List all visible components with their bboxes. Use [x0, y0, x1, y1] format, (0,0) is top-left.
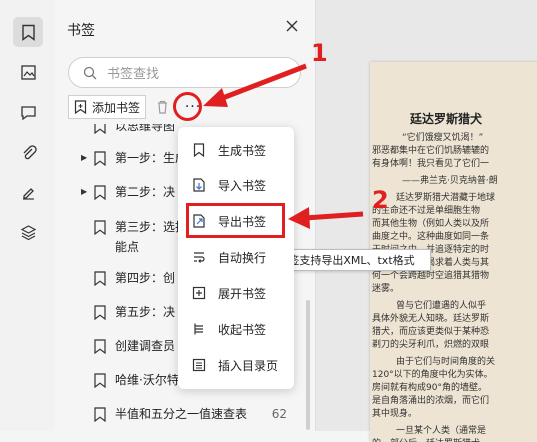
menu-item-expand[interactable]: 展开书签	[186, 279, 286, 307]
scrollbar[interactable]	[306, 300, 310, 430]
document-view: 廷达罗斯猎犬 “它们饿瘦又饥渴！” 邪恶都集中在它们饥肠辘辘的 有身体啊！我只看见了…	[316, 0, 537, 442]
menu-item-toc[interactable]: 插入目录页	[186, 351, 286, 379]
bookmark-icon	[94, 185, 106, 200]
search-box	[68, 57, 301, 88]
add-bookmark-label: 添加书签	[92, 100, 141, 115]
page-text-line: 由于它们与时间角度的关	[396, 357, 496, 367]
menu-item-label: 展开书签	[218, 286, 267, 301]
trash-icon	[157, 100, 167, 114]
page-text-line: ——弗兰克·贝克纳普·朗	[402, 176, 498, 186]
toc-icon	[192, 358, 206, 372]
menu-item-label: 自动换行	[218, 250, 267, 265]
expand-arrow-icon[interactable]: ▶	[81, 182, 93, 202]
delete-bookmark-button[interactable]	[151, 95, 173, 119]
annotation-number-2: 2	[372, 186, 389, 214]
menu-item-label: 收起书签	[218, 322, 267, 337]
search-icon	[83, 66, 97, 80]
bookmark-item[interactable]: 半值和五分之一值速查表 62	[55, 404, 303, 424]
page-text-line: 120°以下的角度中化为实体。	[372, 370, 493, 380]
page-heading: 廷达罗斯猎犬	[410, 112, 483, 126]
add-bookmark-button[interactable]: 添加书签	[68, 95, 146, 119]
bookmark-icon	[94, 407, 106, 422]
sidebar-rail	[0, 0, 56, 431]
page-text-line: 何一个会跨越时空追猎其猎物	[372, 271, 490, 281]
page-text-line: 是自角落涌出的浓烟，而它们	[372, 396, 490, 406]
page-text-line: 廷达罗斯猎犬潜藏于地球	[396, 193, 496, 203]
menu-item-label: 插入目录页	[218, 358, 279, 373]
expand-icon	[192, 286, 206, 300]
bookmark-label: 第五步：决	[115, 305, 176, 319]
page-text-line: 剃刀的尖牙利爪，炽燃的双眼	[372, 340, 490, 350]
page-text-line: 的一部分后，廷达罗斯猎犬	[372, 438, 480, 442]
menu-item-collapse[interactable]: 收起书签	[186, 315, 286, 343]
page-text-line: 邪恶都集中在它们饥肠辘辘的	[372, 146, 490, 156]
page-text-line: 迷雾。	[372, 284, 400, 294]
bookmark-panel-icon[interactable]	[13, 17, 43, 47]
collapse-icon	[194, 323, 203, 335]
menu-item-label: 生成书签	[218, 143, 267, 158]
import-icon	[193, 178, 205, 192]
bookmark-label: 以思维导图	[115, 124, 176, 133]
layers-icon[interactable]	[13, 217, 43, 247]
bookmark-icon	[94, 305, 106, 320]
page-text-line: 其中现身。	[372, 409, 418, 419]
menu-item-label: 导入书签	[218, 178, 267, 193]
bookmark-label: 第三步：选择	[115, 220, 188, 234]
signature-icon[interactable]	[13, 177, 43, 207]
bookmark-icon	[94, 373, 106, 388]
menu-item-import[interactable]: 导入书签	[186, 171, 286, 199]
bookmark-label-line2: 能点	[115, 240, 140, 254]
bookmark-icon	[94, 339, 106, 354]
bookmark-label: 半值和五分之一值速查表	[115, 407, 248, 421]
expand-arrow-icon[interactable]: ▶	[81, 148, 93, 168]
search-input[interactable]	[105, 63, 289, 85]
page-text-line: 房间就有构成90°角的墙壁。	[372, 383, 487, 393]
bookmark-page-number: 62	[271, 407, 287, 421]
menu-item-wrap[interactable]: 自动换行	[186, 243, 286, 271]
bookmark-icon	[193, 143, 205, 157]
add-bookmark-icon	[74, 100, 87, 114]
bookmark-label: 创建调查员	[115, 339, 176, 353]
comment-icon[interactable]	[13, 97, 43, 127]
panel-title: 书签	[67, 23, 95, 39]
page-text-line: “它们饿瘦又饥渴！”	[402, 133, 484, 143]
page-text-line: 有身体啊！我只看见了它们一	[372, 159, 490, 169]
page-text-line: 一旦某个人类（通常是	[396, 426, 487, 436]
attachment-icon[interactable]	[13, 137, 43, 167]
more-options-menu: 生成书签 导入书签 导出书签 自动换行 展开书签 收起书签 插入目录页	[178, 127, 294, 389]
bookmark-label: 第二步：决	[115, 185, 176, 199]
page-text-line: 具体外貌无人知晓。廷达罗斯	[372, 314, 490, 324]
annotation-number-1: 1	[311, 39, 328, 67]
bookmark-icon	[94, 220, 106, 235]
wrap-icon	[194, 252, 205, 263]
page-text-line: 曲度之中。这种曲度如同一条	[372, 232, 490, 242]
bookmark-label-wrap: 第三步：选择 能点	[115, 217, 187, 257]
menu-item-bookmark[interactable]: 生成书签	[186, 136, 286, 164]
page-text-line: 曾与它们遭遇的人似乎	[396, 301, 487, 311]
thumbnail-icon[interactable]	[13, 57, 43, 87]
more-button-highlight-circle	[173, 92, 202, 121]
bookmark-icon	[94, 124, 106, 134]
bookmark-label: 第一步：生成	[115, 151, 188, 165]
close-icon[interactable]	[283, 17, 301, 35]
page-text-line: 而其他生物（例如人类以及所	[372, 219, 490, 229]
bookmark-icon	[94, 151, 106, 166]
export-highlight-box	[186, 203, 285, 238]
bookmark-icon	[94, 271, 106, 286]
page-text-line: 猎犬，而应该更类似于某种恐	[372, 327, 490, 337]
bookmark-label: 第四步：创	[115, 271, 176, 285]
